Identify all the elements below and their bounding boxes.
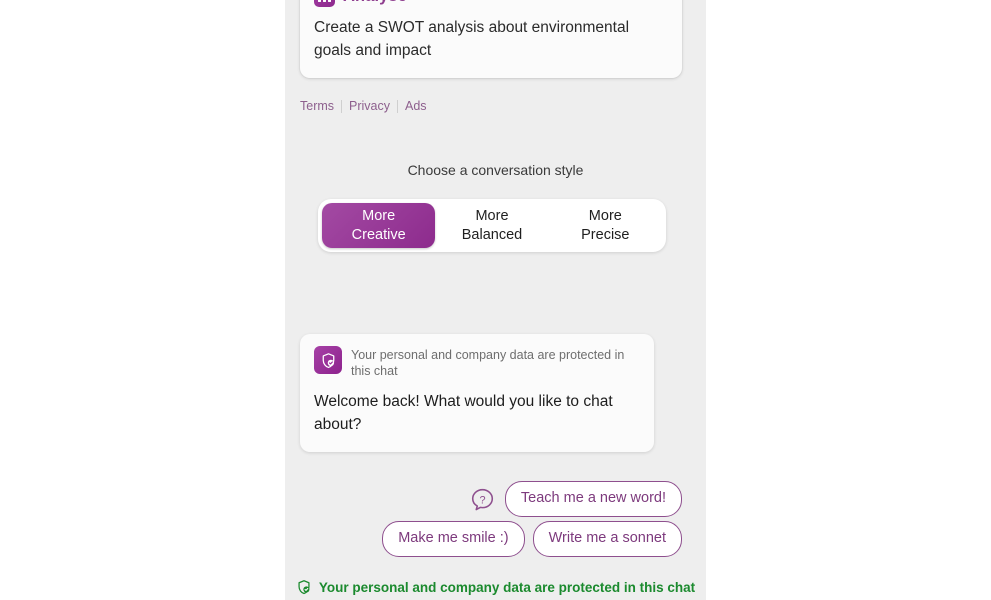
style-option-more-precise[interactable]: More Precise [549, 203, 662, 248]
chat-panel: Analyse Create a SWOT analysis about env… [285, 0, 706, 600]
style-option-line2: Balanced [461, 226, 523, 243]
style-option-line1: More [475, 208, 509, 224]
data-protection-notice: Your personal and company data are prote… [314, 346, 640, 379]
shield-check-icon [314, 346, 342, 374]
style-option-line2: Creative [351, 226, 406, 243]
analyse-card-body: Create a SWOT analysis about environment… [314, 19, 630, 59]
chip-make-me-smile[interactable]: Make me smile :) [382, 521, 525, 557]
style-option-line1: More [588, 208, 622, 224]
conversation-style-switch[interactable]: More Creative More Balanced More Precise [318, 199, 666, 252]
analyse-suggestion-card[interactable]: Analyse Create a SWOT analysis about env… [300, 0, 682, 78]
svg-text:?: ? [479, 494, 485, 506]
style-option-more-balanced[interactable]: More Balanced [435, 203, 548, 248]
legal-links: Terms Privacy Ads [300, 99, 434, 113]
chip-teach-me-a-new-word[interactable]: Teach me a new word! [504, 481, 682, 517]
shield-check-icon [296, 579, 312, 595]
style-option-more-creative[interactable]: More Creative [322, 203, 436, 248]
conversation-style-label: Choose a conversation style [407, 162, 584, 178]
suggestion-chips-row-2: Make me smile :) Write me a sonnet [382, 521, 682, 557]
assistant-message-text: Welcome back! What would you like to cha… [314, 393, 613, 433]
terms-link[interactable]: Terms [300, 99, 341, 113]
assistant-message-bubble: Your personal and company data are prote… [300, 334, 654, 452]
question-speech-bubble-icon[interactable]: ? [470, 487, 495, 512]
data-protection-status-bar: Your personal and company data are prote… [285, 579, 706, 595]
privacy-link[interactable]: Privacy [342, 99, 397, 113]
data-protection-text: Your personal and company data are prote… [351, 348, 625, 378]
analyse-card-title: Analyse [343, 0, 407, 6]
bar-chart-icon [314, 0, 335, 7]
analyse-card-header: Analyse [314, 0, 668, 7]
chip-write-me-a-sonnet[interactable]: Write me a sonnet [532, 521, 682, 557]
suggestion-chips-row-1: ? Teach me a new word! [470, 481, 682, 517]
style-option-line2: Precise [581, 226, 630, 243]
ads-link[interactable]: Ads [398, 99, 434, 113]
style-option-line1: More [362, 208, 396, 224]
data-protection-status-text: Your personal and company data are prote… [318, 579, 696, 595]
